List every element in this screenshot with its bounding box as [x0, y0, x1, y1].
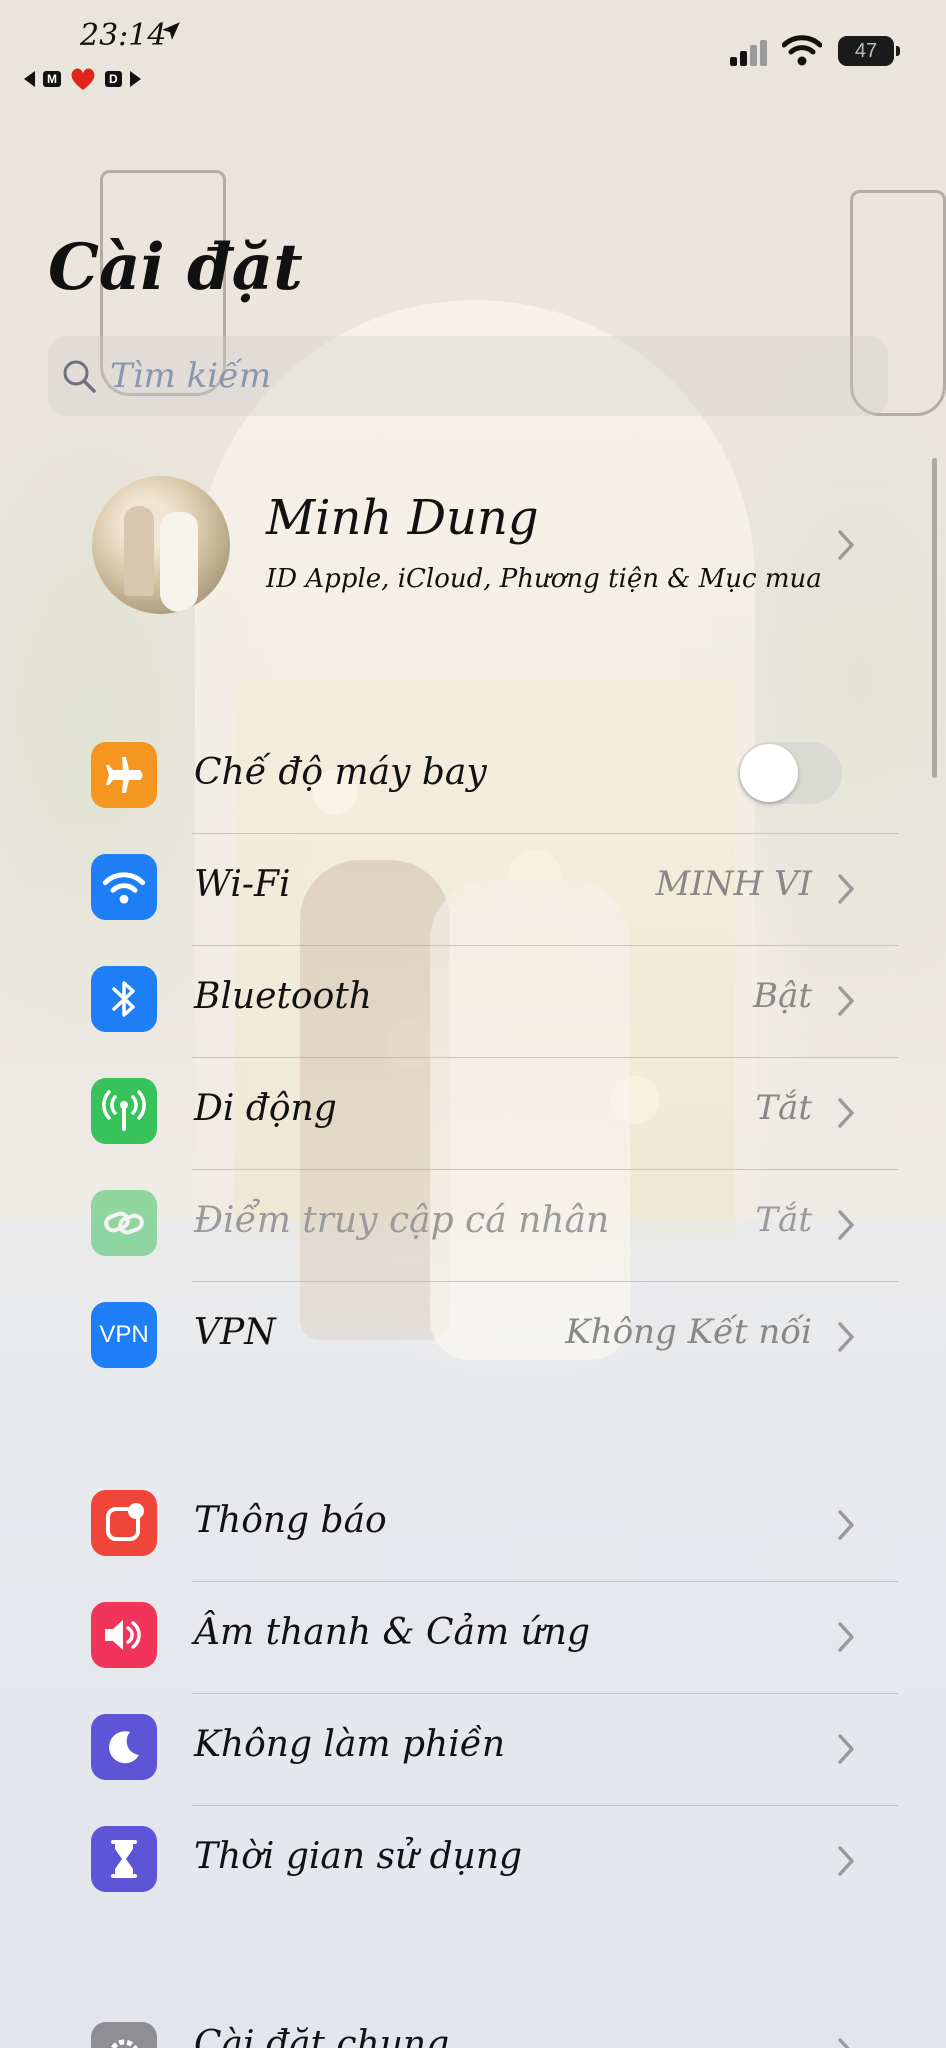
row-label: Điểm truy cập cá nhân — [194, 1200, 610, 1241]
airplane-mode-toggle[interactable] — [738, 742, 842, 804]
row-value: Bật — [753, 976, 812, 1016]
chevron-right-icon — [838, 1846, 854, 1876]
bluetooth-icon — [91, 966, 157, 1032]
row-screen-time[interactable]: Thời gian sử dụng — [0, 1806, 946, 1918]
airplane-icon — [91, 742, 157, 808]
row-label: Cài đặt chung — [194, 2024, 450, 2048]
back-triangle-icon — [24, 71, 35, 87]
row-vpn[interactable]: VPN VPN Không Kết nối — [0, 1282, 946, 1394]
row-wifi[interactable]: Wi-Fi MINH VI — [0, 834, 946, 946]
status-right-badge: D — [105, 71, 122, 87]
page-title: Cài đặt — [48, 230, 303, 305]
row-value: Không Kết nối — [565, 1312, 812, 1352]
moon-icon — [91, 1714, 157, 1780]
avatar — [92, 476, 230, 614]
scrollbar[interactable] — [932, 458, 937, 778]
row-personal-hotspot[interactable]: Điểm truy cập cá nhân Tắt — [0, 1170, 946, 1282]
hourglass-icon — [91, 1826, 157, 1892]
heart-icon — [71, 68, 95, 90]
profile-name: Minh Dung — [266, 490, 539, 546]
row-general-partial[interactable]: Cài đặt chung — [0, 1996, 946, 2048]
chevron-right-icon — [838, 1734, 854, 1764]
row-bluetooth[interactable]: Bluetooth Bật — [0, 946, 946, 1058]
chevron-right-icon — [838, 1622, 854, 1652]
chevron-right-icon — [838, 874, 854, 904]
row-do-not-disturb[interactable]: Không làm phiền — [0, 1694, 946, 1806]
chevron-right-icon — [838, 1210, 854, 1240]
notifications-icon — [91, 1490, 157, 1556]
sound-icon — [91, 1602, 157, 1668]
wifi-icon — [91, 854, 157, 920]
row-label: VPN — [194, 1312, 276, 1353]
row-label: Chế độ máy bay — [194, 752, 487, 793]
status-time: 23:14 — [80, 18, 167, 53]
row-label: Di động — [194, 1088, 337, 1129]
apple-id-profile-row[interactable]: Minh Dung ID Apple, iCloud, Phương tiện … — [48, 466, 898, 626]
vpn-icon: VPN — [91, 1302, 157, 1368]
row-label: Thông báo — [194, 1500, 387, 1541]
row-label: Không làm phiền — [194, 1724, 506, 1765]
row-label: Wi-Fi — [194, 864, 291, 905]
row-label: Âm thanh & Cảm ứng — [194, 1612, 590, 1653]
row-label: Thời gian sử dụng — [194, 1836, 523, 1877]
chevron-right-icon — [838, 2038, 850, 2048]
search-icon — [63, 360, 96, 393]
battery-icon: 47 — [838, 36, 900, 66]
toggle-knob — [740, 744, 798, 802]
status-left-badge: M — [43, 71, 61, 87]
chevron-right-icon — [838, 986, 854, 1016]
hotspot-icon — [91, 1190, 157, 1256]
cellular-signal-icon — [730, 40, 767, 66]
row-airplane-mode[interactable]: Chế độ máy bay — [0, 722, 946, 834]
chevron-right-icon — [838, 530, 854, 560]
chevron-right-icon — [838, 1098, 854, 1128]
status-sub-row: M D — [24, 66, 141, 92]
forward-triangle-icon — [129, 71, 141, 87]
row-cellular[interactable]: Di động Tắt — [0, 1058, 946, 1170]
row-sounds-haptics[interactable]: Âm thanh & Cảm ứng — [0, 1582, 946, 1694]
profile-subtitle: ID Apple, iCloud, Phương tiện & Mục mua — [266, 564, 822, 594]
row-value: MINH VI — [655, 864, 812, 904]
row-notifications[interactable]: Thông báo — [0, 1470, 946, 1582]
chevron-right-icon — [838, 1322, 854, 1352]
search-bar[interactable] — [48, 336, 888, 416]
search-input[interactable] — [110, 356, 810, 396]
gear-icon — [91, 2022, 157, 2048]
vpn-icon-text: VPN — [99, 1321, 149, 1348]
cellular-icon — [91, 1078, 157, 1144]
row-value: Tắt — [755, 1088, 812, 1128]
wifi-status-icon — [782, 35, 822, 66]
row-value: Tắt — [755, 1200, 812, 1240]
row-label: Bluetooth — [194, 976, 372, 1017]
chevron-right-icon — [838, 1510, 854, 1540]
location-arrow-icon — [162, 22, 180, 40]
